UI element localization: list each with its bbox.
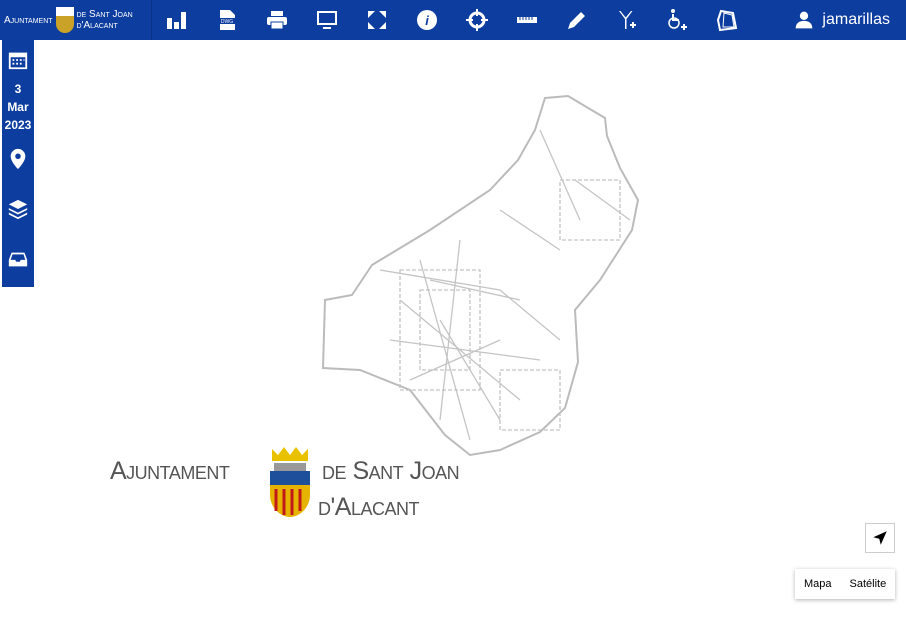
crest-icon <box>55 7 74 33</box>
accessibility-add-icon <box>668 9 687 30</box>
logo-text: Ajuntament <box>4 14 53 26</box>
pencil-icon <box>568 12 585 29</box>
location-arrow-icon <box>873 531 887 545</box>
map-canvas[interactable]: Ajuntament de Sant Joan d'Alacant <box>0 40 906 624</box>
map-type-mapa[interactable]: Mapa <box>795 569 841 599</box>
crosshair-icon <box>466 9 488 31</box>
add-accessibility-button[interactable] <box>652 0 702 40</box>
draw-button[interactable] <box>552 0 602 40</box>
add-antenna-button[interactable] <box>602 0 652 40</box>
geolocate-button[interactable] <box>865 523 895 553</box>
user-icon <box>796 11 813 29</box>
measure-button[interactable] <box>502 0 552 40</box>
watermark-logo-text: Ajuntament <box>110 457 230 485</box>
print-icon <box>267 11 287 30</box>
map-type-satellite[interactable]: Satélite <box>841 569 896 599</box>
watermark-logo-text: de Sant Joan <box>322 457 460 485</box>
print-button[interactable] <box>252 0 302 40</box>
polygon-icon <box>716 9 738 32</box>
ruler-icon <box>517 17 537 23</box>
chart-icon <box>167 12 186 29</box>
monitor-icon <box>317 11 337 29</box>
svg-text:DWG: DWG <box>221 19 233 25</box>
username: jamarillas <box>822 11 890 28</box>
svg-text:i: i <box>425 13 429 28</box>
info-button[interactable]: i <box>402 0 452 40</box>
map-type-control: Mapa Satélite <box>795 569 896 599</box>
info-icon: i <box>417 10 437 30</box>
antenna-add-icon <box>619 11 636 29</box>
municipality-logo[interactable]: Ajuntament de Sant Joan d'Alacant <box>0 0 152 40</box>
locate-point-button[interactable] <box>452 0 502 40</box>
logo-text: d'Alacant <box>76 20 118 31</box>
watermark-logo-text: d'Alacant <box>318 493 419 521</box>
top-toolbar: Ajuntament de Sant Joan d'Alacant DWG i j… <box>0 0 906 40</box>
polygon-button[interactable] <box>702 0 752 40</box>
fullscreen-button[interactable] <box>352 0 402 40</box>
dwg-file-icon: DWG <box>218 10 236 30</box>
monitor-button[interactable] <box>302 0 352 40</box>
chart-button[interactable] <box>152 0 202 40</box>
fullscreen-icon <box>368 11 386 29</box>
logo-text: de Sant Joan <box>76 9 133 20</box>
dwg-button[interactable]: DWG <box>202 0 252 40</box>
crest-icon <box>270 447 310 517</box>
municipality-boundary <box>321 94 640 457</box>
user-menu[interactable]: jamarillas <box>794 10 906 30</box>
